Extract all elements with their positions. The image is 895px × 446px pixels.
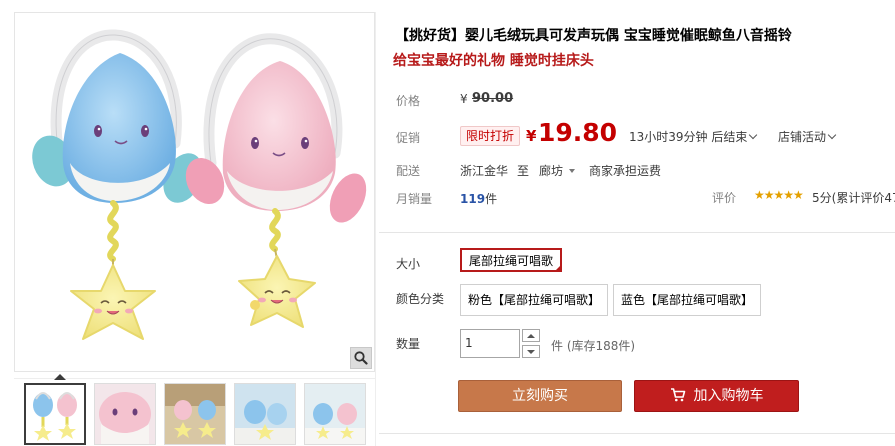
- add-to-cart-label: 加入购物车: [693, 388, 764, 404]
- product-gallery: [14, 12, 375, 446]
- store-activity-dropdown[interactable]: 店铺活动: [778, 128, 837, 145]
- promo-label: 促销: [396, 131, 421, 145]
- review-label: 评价: [712, 191, 737, 205]
- original-price-currency: ¥: [460, 92, 468, 106]
- quantity-unit: 件: [551, 339, 564, 353]
- plush-whale-rattles-image: [32, 29, 367, 340]
- color-option-blue[interactable]: 蓝色【尾部拉绳可唱歌】: [613, 284, 762, 316]
- product-title: 【挑好货】婴儿毛绒玩具可发声玩偶 宝宝睡觉催眠鲸鱼八音摇铃: [395, 28, 792, 44]
- shipping-to: 至: [517, 164, 530, 178]
- store-activity-label: 店铺活动: [778, 130, 827, 144]
- thumbnail-1[interactable]: [24, 383, 86, 445]
- current-price: 19.80: [538, 118, 618, 147]
- thumbnail-2[interactable]: [94, 383, 156, 445]
- selected-check-icon: [554, 264, 563, 272]
- product-info-panel: 【挑好货】婴儿毛绒玩具可发声玩偶 宝宝睡觉催眠鲸鱼八音摇铃 给宝宝最好的礼物 睡…: [375, 12, 895, 446]
- shipping-destination: 廊坊: [539, 164, 564, 178]
- add-to-cart-button[interactable]: 加入购物车: [634, 380, 799, 412]
- buy-now-button[interactable]: 立刻购买: [458, 380, 622, 412]
- color-option-pink[interactable]: 粉色【尾部拉绳可唱歌】: [460, 284, 609, 316]
- monthly-sales-count: 119: [460, 192, 486, 206]
- monthly-sales-value: 119件: [460, 190, 497, 207]
- thumbnail-5[interactable]: [304, 383, 366, 445]
- shopping-cart-icon: [670, 388, 685, 402]
- size-option-selected[interactable]: 尾部拉绳可唱歌: [460, 248, 563, 272]
- original-price: 90.00: [472, 91, 514, 106]
- quantity-decrease-button[interactable]: [522, 345, 540, 358]
- monthly-sales-unit: 件: [485, 192, 498, 206]
- caret-down-icon: [569, 169, 576, 173]
- stock-count: (库存188件): [566, 339, 636, 353]
- product-subtitle: 给宝宝最好的礼物 睡觉时挂床头: [393, 53, 594, 69]
- review-score-link[interactable]: 5分(累计评价47: [812, 189, 895, 206]
- thumbnail-strip: [14, 374, 375, 446]
- triangle-up-icon: [527, 333, 535, 338]
- thumbnail-pointer: [54, 374, 66, 380]
- quantity-input[interactable]: 1: [460, 329, 520, 358]
- chevron-down-icon: [827, 130, 837, 140]
- shipping-destination-select[interactable]: 廊坊: [539, 162, 576, 179]
- price-label: 价格: [396, 94, 421, 108]
- shipping-fee: 商家承担运费: [589, 164, 662, 178]
- triangle-down-icon: [527, 349, 535, 354]
- pink-whale-toy: [185, 33, 367, 328]
- size-option-label: 尾部拉绳可唱歌: [469, 254, 554, 268]
- magnifier-icon[interactable]: [350, 347, 372, 369]
- shipping-label: 配送: [396, 164, 421, 178]
- rating-stars-icon: ★★★★★: [754, 188, 804, 202]
- size-label: 大小: [396, 257, 421, 271]
- blue-whale-toy: [32, 29, 203, 340]
- thumbnail-3[interactable]: [164, 383, 226, 445]
- section-divider: [379, 433, 895, 434]
- main-product-image[interactable]: [14, 12, 375, 372]
- promo-tag: 限时打折: [460, 126, 521, 146]
- thumbnail-4[interactable]: [234, 383, 296, 445]
- chevron-down-icon: [749, 130, 758, 140]
- monthly-sales-label: 月销量: [396, 192, 433, 206]
- promo-countdown[interactable]: 13小时39分钟 后结束: [629, 128, 758, 145]
- countdown-text: 13小时39分钟 后结束: [629, 130, 748, 144]
- shipping-origin: 浙江金华: [460, 164, 509, 178]
- quantity-increase-button[interactable]: [522, 329, 540, 342]
- stock-info: 件 (库存188件): [551, 337, 635, 354]
- current-price-currency: ¥: [526, 127, 537, 145]
- quantity-label: 数量: [396, 337, 421, 351]
- section-divider: [379, 232, 895, 233]
- color-label: 颜色分类: [396, 292, 445, 306]
